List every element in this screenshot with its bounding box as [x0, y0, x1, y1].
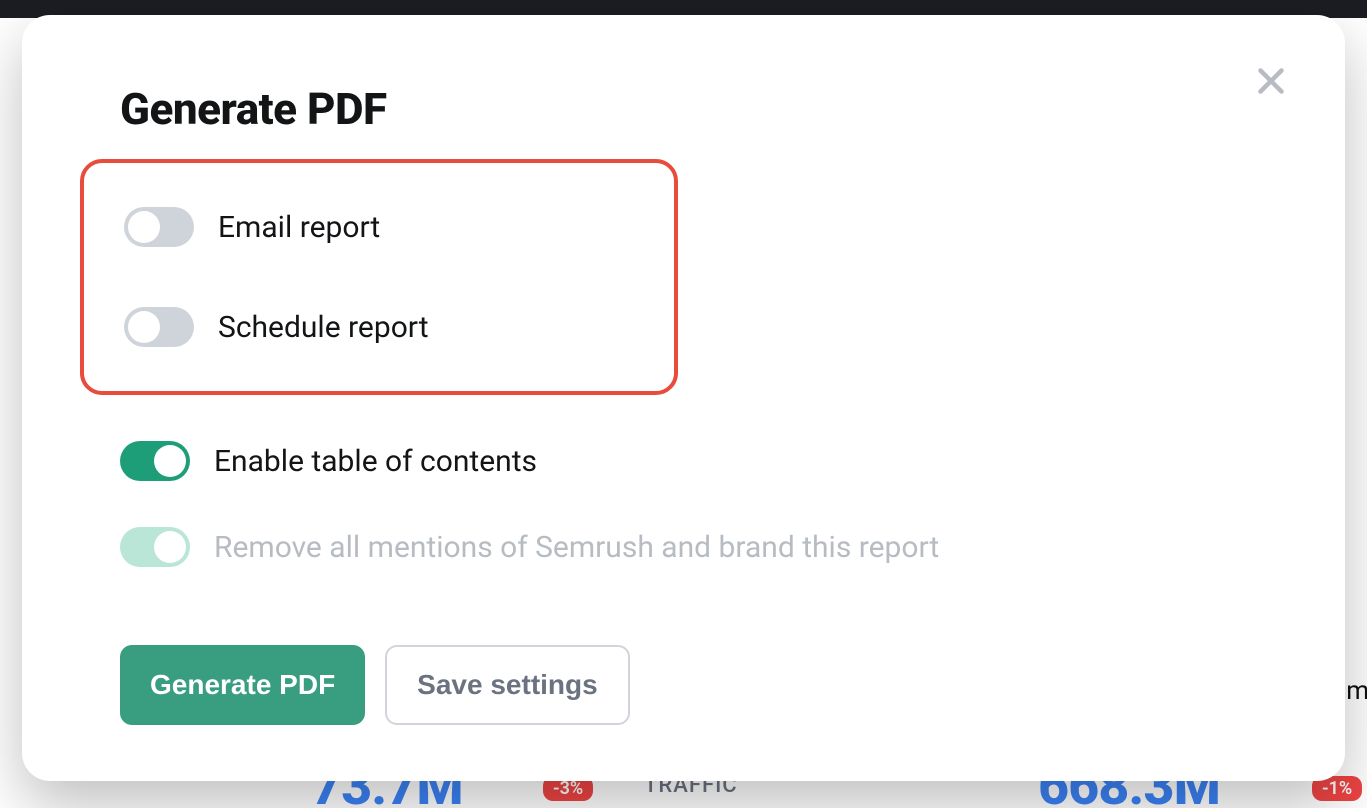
modal-title: Generate PDF	[120, 83, 1255, 135]
schedule-report-label: Schedule report	[218, 310, 429, 345]
enable-toc-toggle[interactable]	[120, 441, 190, 481]
option-row-schedule-report: Schedule report	[84, 291, 674, 363]
close-button[interactable]	[1247, 57, 1295, 105]
whitelabel-toggle	[120, 527, 190, 567]
option-row-email-report: Email report	[84, 191, 674, 263]
close-icon	[1253, 63, 1289, 99]
option-row-whitelabel: Remove all mentions of Semrush and brand…	[120, 527, 1255, 567]
modal-button-row: Generate PDF Save settings	[120, 645, 1255, 725]
email-report-toggle[interactable]	[124, 207, 194, 247]
generate-pdf-button[interactable]: Generate PDF	[120, 645, 365, 725]
whitelabel-label: Remove all mentions of Semrush and brand…	[214, 530, 939, 565]
option-row-toc: Enable table of contents	[120, 441, 1255, 481]
generate-pdf-modal: Generate PDF Email report Schedule repor…	[22, 15, 1345, 781]
enable-toc-label: Enable table of contents	[214, 444, 537, 479]
save-settings-button[interactable]: Save settings	[385, 645, 630, 725]
highlight-annotation: Email report Schedule report	[80, 159, 678, 395]
schedule-report-toggle[interactable]	[124, 307, 194, 347]
text-fragment: m	[1346, 676, 1367, 706]
email-report-label: Email report	[218, 210, 380, 245]
